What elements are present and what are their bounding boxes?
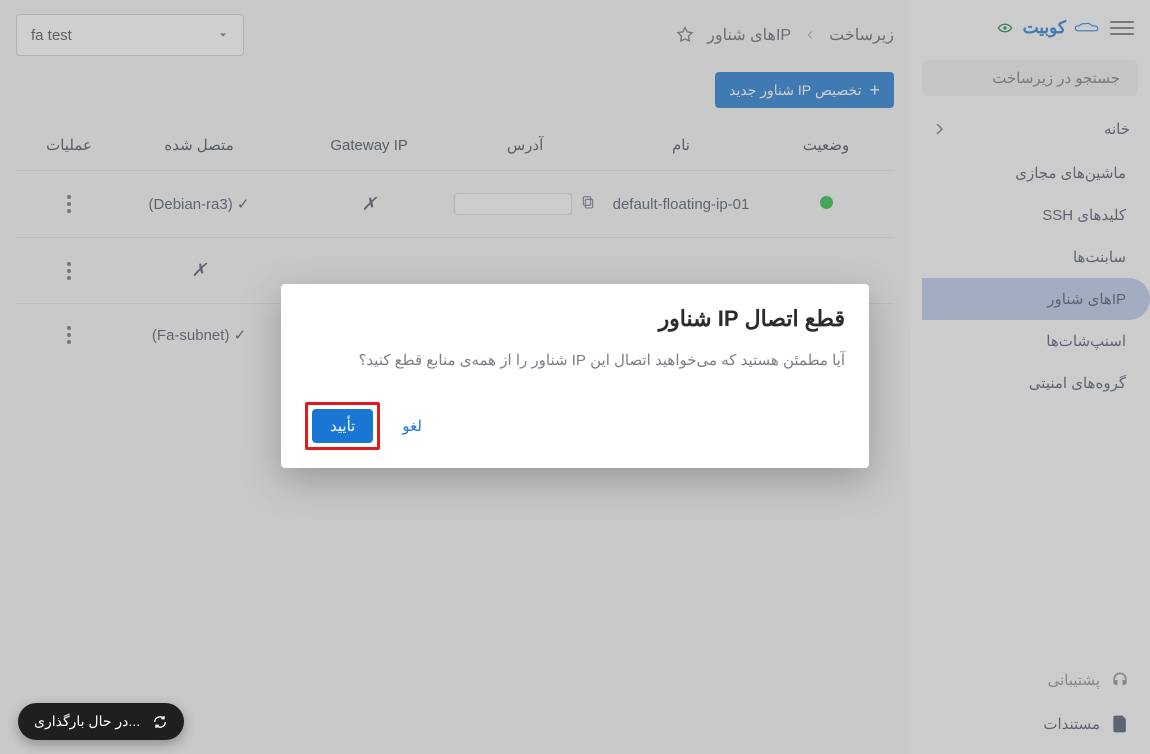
loading-label: ...در حال بارگذاری xyxy=(34,713,140,730)
dialog-body: آیا مطمئن هستید که می‌خواهید اتصال این I… xyxy=(305,348,845,374)
confirm-button[interactable]: تأیید xyxy=(312,409,373,443)
confirm-highlight: تأیید xyxy=(305,402,380,450)
dialog-title: قطع اتصال IP شناور xyxy=(305,306,845,332)
disconnect-dialog: قطع اتصال IP شناور آیا مطمئن هستید که می… xyxy=(281,284,869,468)
cancel-button[interactable]: لغو xyxy=(398,409,426,443)
refresh-icon xyxy=(152,714,168,730)
loading-toast: ...در حال بارگذاری xyxy=(18,703,184,740)
modal-overlay[interactable]: قطع اتصال IP شناور آیا مطمئن هستید که می… xyxy=(0,0,1150,754)
